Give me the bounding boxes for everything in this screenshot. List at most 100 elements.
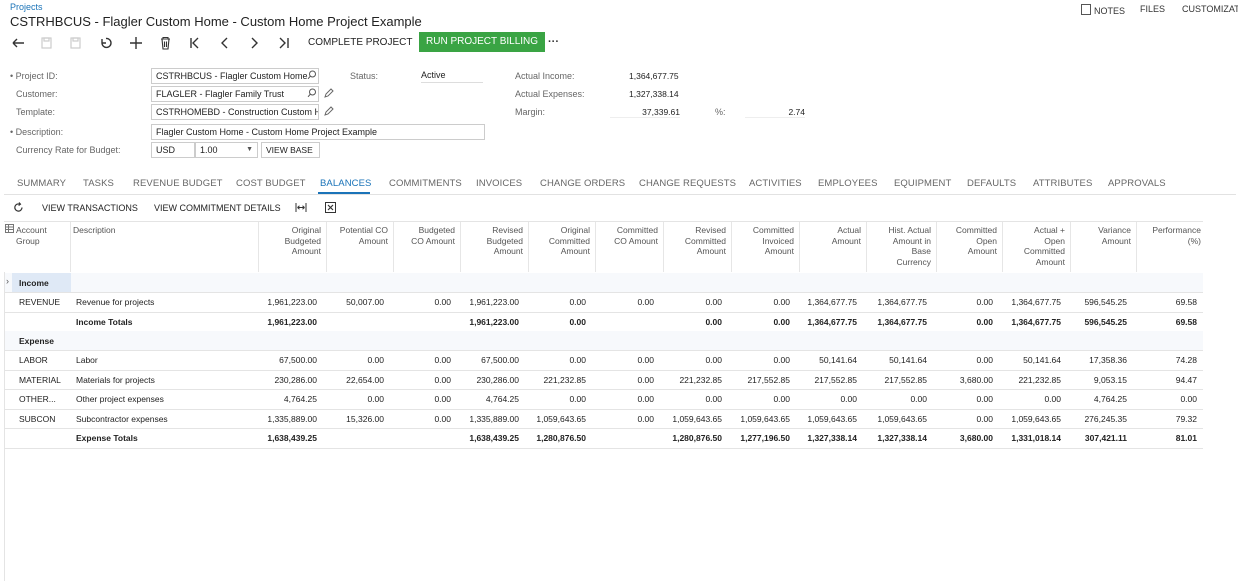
column-header[interactable]: Hist. Actual Amount in Base Currency [866,225,931,267]
tab-equipment[interactable]: EQUIPMENT [894,178,951,189]
tab-change-requests[interactable]: CHANGE REQUESTS [639,178,736,189]
column-header[interactable]: Description [73,225,253,236]
column-header[interactable]: Revised Committed Amount [663,225,726,257]
column-header[interactable]: Potential CO Amount [326,225,388,246]
column-header[interactable]: Budgeted CO Amount [393,225,455,246]
project-id-field[interactable]: CSTRHBCUS - Flagler Custom Home [151,68,319,84]
tab-commitments[interactable]: COMMITMENTS [389,178,462,189]
group-row[interactable] [4,331,1203,351]
fit-columns-icon[interactable] [295,202,307,213]
more-menu-button[interactable]: ··· [548,36,559,48]
refresh-icon[interactable] [13,202,24,213]
tab-approvals[interactable]: APPROVALS [1108,178,1166,189]
prev-icon[interactable] [221,37,228,49]
column-header-line: Currency [896,256,931,267]
account-group-cell: LABOR [19,355,48,365]
column-header[interactable]: Actual + Open Committed Amount [1002,225,1065,267]
breadcrumb-projects[interactable]: Projects [10,2,43,12]
row-selector-chevron-icon[interactable]: › [6,276,9,286]
tab-tasks[interactable]: TASKS [83,178,114,189]
tab-change-orders[interactable]: CHANGE ORDERS [540,178,625,189]
column-header[interactable]: Committed Invoiced Amount [731,225,794,257]
back-icon[interactable] [12,38,24,48]
column-header-line: CO Amount [411,235,455,246]
run-project-billing-button[interactable]: RUN PROJECT BILLING [419,32,546,52]
tab-attributes[interactable]: ATTRIBUTES [1033,178,1092,189]
add-icon[interactable] [130,37,142,49]
export-excel-icon[interactable] [325,202,336,213]
tab-revenue-budget[interactable]: REVENUE BUDGET [133,178,223,189]
margin-label: Margin: [515,107,546,117]
column-header-line: Revised [695,225,726,235]
column-header[interactable]: Variance Amount [1070,225,1131,246]
amount-cell: 217,552.85 [814,375,857,385]
column-header-line: Amount [1101,235,1131,246]
amount-cell: 0.00 [976,355,993,365]
last-icon[interactable] [279,37,289,49]
description-field[interactable]: Flagler Custom Home - Custom Home Projec… [151,124,485,140]
complete-project-button[interactable]: COMPLETE PROJECT [308,37,412,48]
amount-cell: 0.00 [637,355,654,365]
customer-edit-pencil-icon[interactable] [324,88,334,98]
delete-icon[interactable] [161,36,170,50]
tab-employees[interactable]: EMPLOYEES [818,178,878,189]
tab-balances[interactable]: BALANCES [320,178,372,189]
customer-search-icon[interactable] [307,88,317,98]
group-row[interactable] [4,273,1203,293]
template-edit-pencil-icon[interactable] [324,106,334,116]
search-icon[interactable] [307,70,317,80]
column-header[interactable]: Account Group [16,225,66,246]
template-field[interactable]: CSTRHOMEBD - Construction Custom H [151,104,319,120]
view-base-label: VIEW BASE [266,145,313,155]
tab-invoices[interactable]: INVOICES [476,178,522,189]
description-cell: Income Totals [76,317,133,327]
tab-defaults[interactable]: DEFAULTS [967,178,1016,189]
customer-field[interactable]: FLAGLER - Flagler Family Trust [151,86,319,102]
description-cell: Other project expenses [76,394,164,404]
amount-cell: 0.00 [434,297,451,307]
amount-cell: 50,141.64 [1023,355,1061,365]
notes-link[interactable]: NOTES [1081,4,1125,16]
amount-cell: 221,232.85 [679,375,722,385]
amount-cell: 3,680.00 [959,375,993,385]
column-header[interactable]: Original Budgeted Amount [258,225,321,257]
view-commitment-details-button[interactable]: VIEW COMMITMENT DETAILS [154,203,281,213]
amount-cell: 15,326.00 [346,414,384,424]
column-header[interactable]: Committed Open Amount [936,225,997,257]
column-header[interactable]: Actual Amount [799,225,861,246]
column-header-line: Open [1044,235,1065,246]
currency-field[interactable]: USD [151,142,195,158]
column-header[interactable]: Performance (%) [1136,225,1201,246]
undo-icon[interactable] [101,37,112,49]
column-settings-icon[interactable] [5,224,14,233]
amount-cell: 230,286.00 [476,375,519,385]
first-icon[interactable] [190,37,199,49]
amount-cell: 0.00 [434,394,451,404]
amount-cell: 0.00 [976,414,993,424]
files-link[interactable]: FILES [1140,4,1165,14]
actual-expenses-value: 1,327,338.14 [629,89,679,99]
amount-cell: 0.00 [976,317,993,327]
tab-activities[interactable]: ACTIVITIES [749,178,802,189]
column-header-line: Amount [493,246,523,256]
view-base-button[interactable]: VIEW BASE [261,142,320,158]
margin-value: 37,339.61 [610,107,680,118]
next-icon[interactable] [251,37,258,49]
column-header[interactable]: Committed CO Amount [595,225,658,246]
column-header-line: Description [73,225,116,235]
column-header[interactable]: Original Committed Amount [528,225,590,257]
rate-select[interactable]: 1.00 ▼ [195,142,258,158]
note-icon [1081,4,1091,15]
customization-link[interactable]: CUSTOMIZATI [1182,4,1238,14]
column-header[interactable]: Revised Budgeted Amount [460,225,523,257]
tab-cost-budget[interactable]: COST BUDGET [236,178,306,189]
save-close-icon[interactable] [70,37,81,49]
amount-cell: 1,961,223.00 [469,317,519,327]
description-cell: Labor [76,355,98,365]
tab-summary[interactable]: SUMMARY [17,178,66,189]
amount-cell: 0.00 [1180,394,1197,404]
amount-cell: 50,141.64 [889,355,927,365]
view-transactions-button[interactable]: VIEW TRANSACTIONS [42,203,138,213]
save-icon[interactable] [41,37,52,49]
status-select[interactable]: Active [421,68,483,83]
